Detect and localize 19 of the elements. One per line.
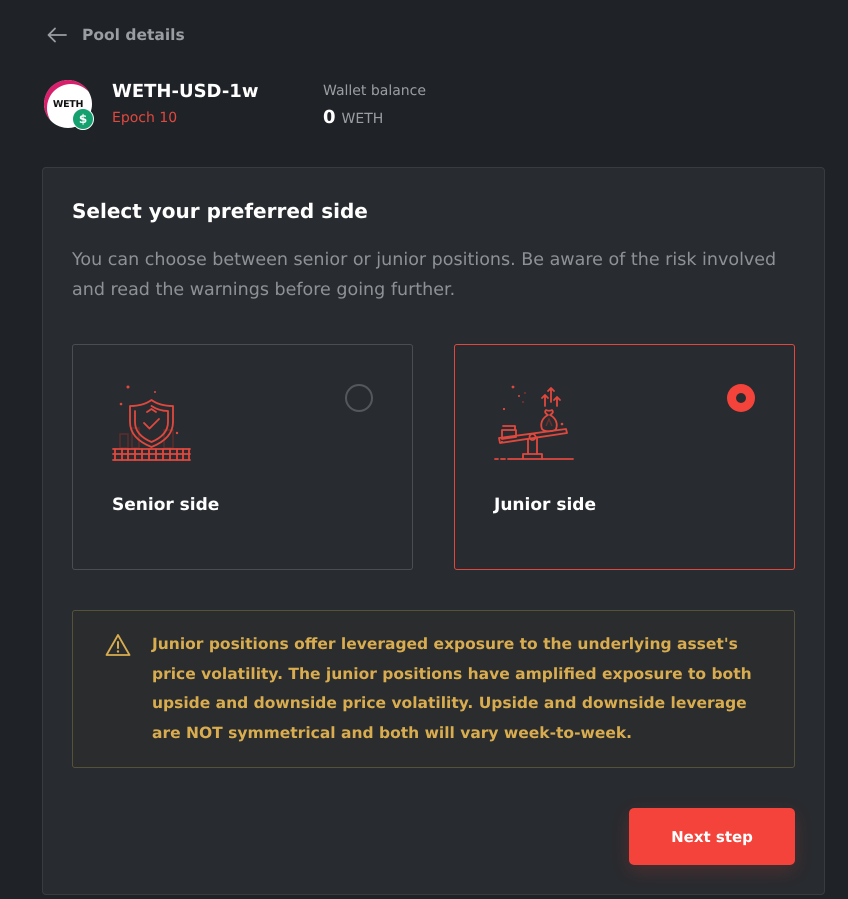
page-title: Pool details <box>82 26 185 44</box>
pool-name: WETH-USD-1w <box>112 80 260 104</box>
panel-description: You can choose between senior or junior positions. Be aware of the risk involved and read the warnings before going further. <box>72 249 778 302</box>
wallet-balance-label: Wallet balance <box>323 82 426 100</box>
radio-button[interactable] <box>727 384 755 412</box>
panel-title: Select your preferred side <box>72 198 369 225</box>
side-option-card[interactable]: Junior side <box>454 344 795 570</box>
option-label: Junior side <box>494 494 597 517</box>
option-label: Senior side <box>112 494 220 517</box>
radio-button[interactable] <box>345 384 373 412</box>
warning-text: Junior positions offer leveraged exposure to the underlying asset's price volatility. The junior positions have amplified exposure to both upside and downside price volatility. Upside and downside leverage are NOT symmetrical and both will vary week-to-week. <box>152 634 753 744</box>
side-option-card[interactable]: Senior side <box>72 344 413 570</box>
balance-unit: WETH <box>342 110 384 126</box>
dollar-sign-badge: $ <box>72 108 94 130</box>
warning-icon <box>105 633 131 657</box>
epoch-label: Epoch 10 <box>112 109 178 128</box>
next-step-button[interactable]: Next step <box>629 808 795 865</box>
back-arrow-icon[interactable] <box>47 27 67 43</box>
balance-amount: 0 <box>323 106 336 128</box>
